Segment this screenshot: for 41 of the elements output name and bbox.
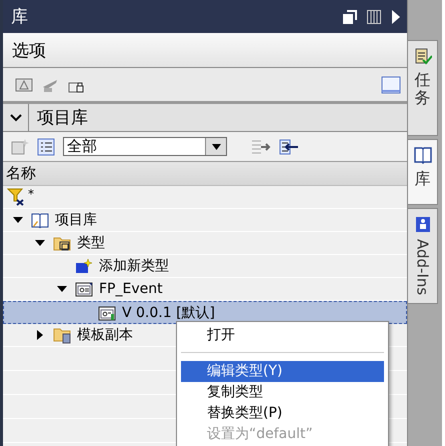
dropdown-arrow-icon xyxy=(212,144,220,150)
type-version-icon xyxy=(98,304,116,320)
menu-item[interactable]: 编辑类型(Y) xyxy=(181,361,384,382)
column-header: 名称 xyxy=(6,164,36,183)
book-icon xyxy=(414,146,432,164)
folder-icon xyxy=(53,235,71,251)
side-tab[interactable]: 库 xyxy=(408,139,438,205)
library-view-icon[interactable] xyxy=(15,76,33,92)
name-filter[interactable]: * xyxy=(28,187,34,201)
columns-icon[interactable] xyxy=(367,10,381,24)
puzzle-icon xyxy=(414,215,430,233)
export-arrow-icon[interactable] xyxy=(251,138,271,154)
chevron-down-icon xyxy=(10,112,22,122)
float-window-icon[interactable] xyxy=(343,10,357,24)
book-icon xyxy=(31,212,49,228)
new-type-icon xyxy=(75,258,93,274)
tree-item[interactable]: 添加新类型 xyxy=(3,255,407,278)
side-tab[interactable]: 任务 xyxy=(408,40,438,136)
import-arrow-icon[interactable] xyxy=(279,138,299,154)
clear-filter-icon[interactable] xyxy=(7,188,25,206)
expanded-arrow-icon[interactable] xyxy=(57,284,67,294)
clipboard-check-icon xyxy=(414,47,432,65)
folder-icon xyxy=(53,326,71,344)
list-view-icon[interactable] xyxy=(37,138,55,156)
window-icon[interactable] xyxy=(381,76,401,94)
tree-item[interactable]: 项目库 xyxy=(3,209,407,232)
expanded-arrow-icon[interactable] xyxy=(35,238,45,248)
options-title: 选项 xyxy=(12,40,46,62)
tree-item[interactable]: 类型 xyxy=(3,232,407,255)
side-tab[interactable]: Add-Ins xyxy=(408,208,438,304)
type-icon xyxy=(75,281,93,297)
panel-title: 库 xyxy=(11,6,29,28)
section-title: 项目库 xyxy=(36,107,88,129)
expanded-arrow-icon[interactable] xyxy=(13,215,23,225)
menu-item[interactable]: 复制类型 xyxy=(181,382,384,403)
filter-dropdown[interactable]: 全部 xyxy=(63,137,227,156)
tree-item[interactable]: V 0.0.1 [默认] xyxy=(3,301,407,324)
menu-item[interactable]: 打开 xyxy=(181,325,384,346)
collapse-arrow-icon[interactable] xyxy=(391,10,401,24)
menu-item[interactable]: 替换类型(P) xyxy=(181,403,384,424)
collapsed-arrow-icon[interactable] xyxy=(35,330,45,340)
